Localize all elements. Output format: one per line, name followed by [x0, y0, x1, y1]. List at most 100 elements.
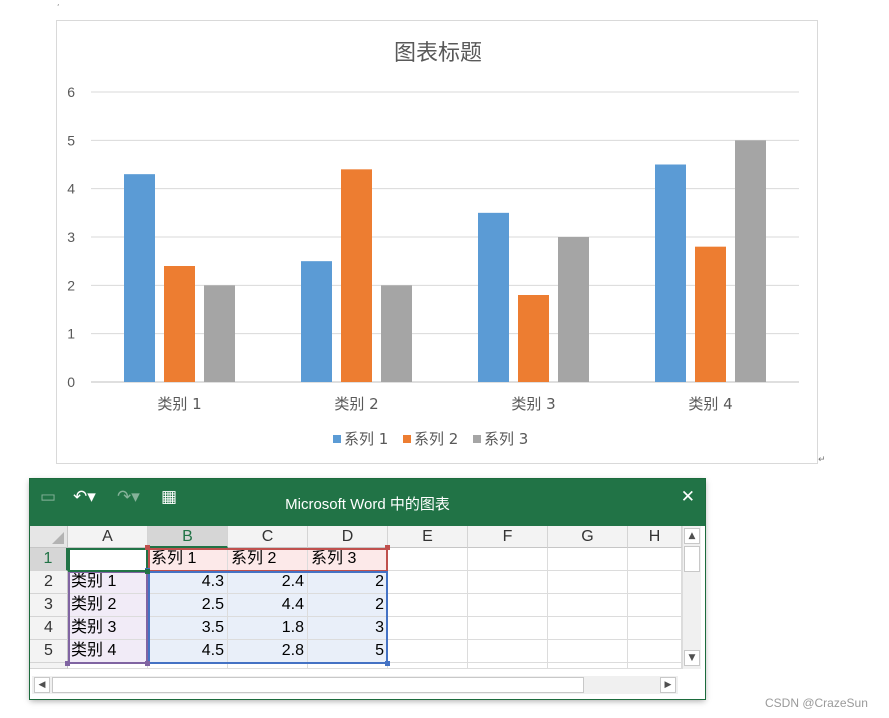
text-cursor-mark: ,: [57, 0, 60, 7]
row-header-4[interactable]: 4: [30, 617, 68, 640]
legend-swatch: [473, 435, 481, 443]
cell-h5[interactable]: [628, 640, 682, 663]
legend-label: 系列 2: [414, 430, 458, 448]
cell-partial: [468, 663, 548, 669]
cell-f2[interactable]: [468, 571, 548, 594]
column-header-d[interactable]: D: [308, 526, 388, 548]
cell-a1[interactable]: [68, 548, 148, 571]
cell-e1[interactable]: [388, 548, 468, 571]
cell-d1[interactable]: 系列 3: [308, 548, 388, 571]
cell-e4[interactable]: [388, 617, 468, 640]
range-handle[interactable]: [145, 661, 150, 666]
y-tick-label: 0: [67, 374, 75, 390]
close-icon[interactable]: ✕: [681, 487, 695, 507]
y-tick-label: 4: [67, 181, 75, 197]
cell-a2[interactable]: 类别 1: [68, 571, 148, 594]
x-category-label: 类别 3: [511, 395, 555, 413]
cell-h1[interactable]: [628, 548, 682, 571]
cell-c5[interactable]: 2.8: [228, 640, 308, 663]
cell-e3[interactable]: [388, 594, 468, 617]
cell-partial: [388, 663, 468, 669]
cell-b1[interactable]: 系列 1: [148, 548, 228, 571]
column-header-e[interactable]: E: [388, 526, 468, 548]
legend-label: 系列 3: [484, 430, 528, 448]
cell-a4[interactable]: 类别 3: [68, 617, 148, 640]
cell-partial: [68, 663, 148, 669]
cell-h4[interactable]: [628, 617, 682, 640]
bar: [478, 212, 509, 382]
column-header-h[interactable]: H: [628, 526, 682, 548]
x-category-label: 类别 2: [334, 395, 378, 413]
chart-area[interactable]: 图表标题 0 1 2 3 4 5 6 类别 1 类别 2 类别 3 类别 4 系列 1 系列 2 系列 3: [56, 20, 818, 464]
cell-h2[interactable]: [628, 571, 682, 594]
cell-d4[interactable]: 3: [308, 617, 388, 640]
range-handle[interactable]: [385, 661, 390, 666]
scroll-left-arrow-icon[interactable]: ◀: [34, 677, 50, 693]
bar: [518, 295, 549, 382]
y-tick-label: 2: [67, 277, 75, 293]
y-tick-label: 1: [67, 326, 75, 342]
y-tick-label: 5: [67, 132, 75, 148]
cell-b4[interactable]: 3.5: [148, 617, 228, 640]
column-header-a[interactable]: A: [68, 526, 148, 548]
cell-g5[interactable]: [548, 640, 628, 663]
cell-f5[interactable]: [468, 640, 548, 663]
cell-b3[interactable]: 2.5: [148, 594, 228, 617]
cell-f1[interactable]: [468, 548, 548, 571]
cell-a3[interactable]: 类别 2: [68, 594, 148, 617]
chart-data-window[interactable]: ▭ ↶▾ ↷▾ ▦ Microsoft Word 中的图表 ✕ ▲ ▼ ◀ ▶ …: [30, 479, 705, 699]
bar: [735, 140, 766, 382]
row-header-1[interactable]: 1: [30, 548, 68, 571]
row-header-3[interactable]: 3: [30, 594, 68, 617]
scroll-right-arrow-icon[interactable]: ▶: [660, 677, 676, 693]
bar: [204, 285, 235, 382]
cell-g4[interactable]: [548, 617, 628, 640]
x-category-label: 类别 1: [157, 395, 201, 413]
range-handle[interactable]: [145, 569, 150, 574]
bar: [341, 169, 372, 382]
spreadsheet-grid[interactable]: ▲ ▼ ◀ ▶ A B C D E F G H 1 2 3 4 5 系列 1 系列 2 系列 3 类别 1 4.3…: [30, 526, 705, 699]
cell-f3[interactable]: [468, 594, 548, 617]
cell-b2[interactable]: 4.3: [148, 571, 228, 594]
cell-a5[interactable]: 类别 4: [68, 640, 148, 663]
bar-chart[interactable]: 图表标题 0 1 2 3 4 5 6 类别 1 类别 2 类别 3 类别 4 系列 1 系列 2 系列 3: [57, 21, 819, 465]
cell-d5[interactable]: 5: [308, 640, 388, 663]
bar: [558, 237, 589, 382]
column-header-f[interactable]: F: [468, 526, 548, 548]
window-titlebar[interactable]: ▭ ↶▾ ↷▾ ▦ Microsoft Word 中的图表 ✕: [30, 479, 705, 526]
row-header-2[interactable]: 2: [30, 571, 68, 594]
scroll-down-arrow-icon[interactable]: ▼: [684, 650, 700, 666]
range-handle[interactable]: [385, 545, 390, 550]
cell-f4[interactable]: [468, 617, 548, 640]
bar: [164, 266, 195, 382]
bar: [301, 261, 332, 382]
cell-d2[interactable]: 2: [308, 571, 388, 594]
cell-e5[interactable]: [388, 640, 468, 663]
range-handle[interactable]: [65, 661, 70, 666]
vertical-scroll-thumb[interactable]: [684, 546, 700, 572]
column-header-g[interactable]: G: [548, 526, 628, 548]
cell-c4[interactable]: 1.8: [228, 617, 308, 640]
cell-h3[interactable]: [628, 594, 682, 617]
cell-e2[interactable]: [388, 571, 468, 594]
cell-d3[interactable]: 2: [308, 594, 388, 617]
cell-b5[interactable]: 4.5: [148, 640, 228, 663]
paragraph-mark: ↵: [818, 455, 826, 465]
cell-g2[interactable]: [548, 571, 628, 594]
row-header-5[interactable]: 5: [30, 640, 68, 663]
cell-c1[interactable]: 系列 2: [228, 548, 308, 571]
cell-g1[interactable]: [548, 548, 628, 571]
scroll-up-arrow-icon[interactable]: ▲: [684, 528, 700, 544]
horizontal-scroll-thumb[interactable]: [52, 677, 584, 693]
cell-g3[interactable]: [548, 594, 628, 617]
cell-c3[interactable]: 4.4: [228, 594, 308, 617]
select-all-corner[interactable]: [30, 526, 68, 548]
range-handle[interactable]: [145, 545, 150, 550]
column-header-b[interactable]: B: [148, 526, 228, 548]
cell-c2[interactable]: 2.4: [228, 571, 308, 594]
column-header-c[interactable]: C: [228, 526, 308, 548]
cell-partial: [148, 663, 228, 669]
horizontal-scrollbar[interactable]: ◀ ▶: [32, 676, 678, 694]
vertical-scrollbar[interactable]: ▲ ▼: [682, 526, 701, 669]
bar: [124, 174, 155, 382]
